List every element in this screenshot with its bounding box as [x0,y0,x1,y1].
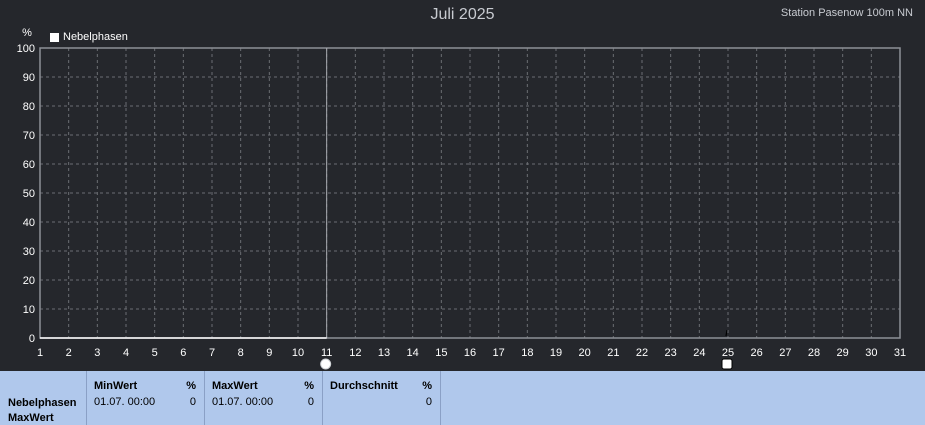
stats-series-name: Nebelphasen [8,397,77,409]
cursor-marker-11 [320,358,332,370]
y-tick-label-20: 20 [23,275,35,287]
x-tick-label-27: 27 [779,347,791,359]
stats-series-sub: MaxWert [8,412,54,424]
x-tick-label-29: 29 [837,347,849,359]
x-tick-label-11: 11 [321,347,332,359]
x-tick-label-1: 1 [37,347,43,359]
x-tick-label-24: 24 [693,347,705,359]
x-tick-label-4: 4 [123,347,129,359]
range-marker-25 [721,358,733,370]
x-tick-label-13: 13 [378,347,390,359]
x-tick-label-3: 3 [94,347,100,359]
y-tick-label-100: 100 [17,43,35,55]
x-tick-label-8: 8 [238,347,244,359]
chart-area: Juli 2025 Station Pasenow 100m NN Nebelp… [0,0,925,370]
x-tick-label-10: 10 [292,347,304,359]
y-tick-label-40: 40 [23,217,35,229]
stats-min-unit: % [186,380,196,392]
stats-series-cell: Nebelphasen MaxWert [0,371,87,425]
y-axis-label: % [22,27,32,39]
x-tick-label-19: 19 [550,347,562,359]
x-tick-label-31: 31 [894,347,906,359]
stats-max-column: MaxWert % 01.07. 00:00 0 [205,371,323,425]
plot-svg[interactable]: %01020304050607080901001 2 3 4 5 6 7 8 9 10 11 12 13… [0,0,925,370]
stats-panel: Nebelphasen MaxWert MinWert % 01.07. 00:… [0,371,925,425]
y-tick-label-50: 50 [23,188,35,200]
x-tick-label-17: 17 [493,347,505,359]
x-tick-label-2: 2 [66,347,72,359]
x-tick-label-26: 26 [751,347,763,359]
x-tick-label-23: 23 [665,347,677,359]
stats-avg-value: 0 [425,396,432,408]
x-tick-label-16: 16 [464,347,476,359]
y-tick-label-70: 70 [23,130,35,142]
stats-max-date: 01.07. 00:00 [212,396,274,408]
x-tick-label-21: 21 [607,347,619,359]
x-tick-label-12: 12 [349,347,361,359]
y-tick-label-10: 10 [23,304,35,316]
y-tick-label-90: 90 [23,72,35,84]
x-tick-label-7: 7 [209,347,215,359]
y-tick-label-60: 60 [23,159,35,171]
x-tick-label-15: 15 [435,347,447,359]
data-tick-25 [725,329,728,337]
stats-min-date: 01.07. 00:00 [94,396,156,408]
stats-avg-unit: % [422,380,432,392]
stats-max-unit: % [304,380,314,392]
x-tick-label-5: 5 [152,347,158,359]
x-tick-label-30: 30 [865,347,877,359]
x-tick-label-28: 28 [808,347,820,359]
y-tick-label-80: 80 [23,101,35,113]
y-tick-label-0: 0 [29,333,35,345]
stats-min-column: MinWert % 01.07. 00:00 0 [87,371,205,425]
stats-avg-header: Durchschnitt [330,380,398,392]
y-tick-label-30: 30 [23,246,35,258]
x-tick-label-25: 25 [722,347,734,359]
stats-min-value: 0 [189,396,196,408]
stats-max-header: MaxWert [212,380,258,392]
x-tick-label-18: 18 [521,347,533,359]
stats-avg-column: Durchschnitt % 0 [323,371,441,425]
stats-max-value: 0 [307,396,314,408]
x-tick-label-14: 14 [407,347,419,359]
x-tick-label-22: 22 [636,347,648,359]
x-tick-label-9: 9 [266,347,272,359]
stats-min-header: MinWert [94,380,138,392]
x-tick-label-6: 6 [180,347,186,359]
x-tick-label-20: 20 [579,347,591,359]
